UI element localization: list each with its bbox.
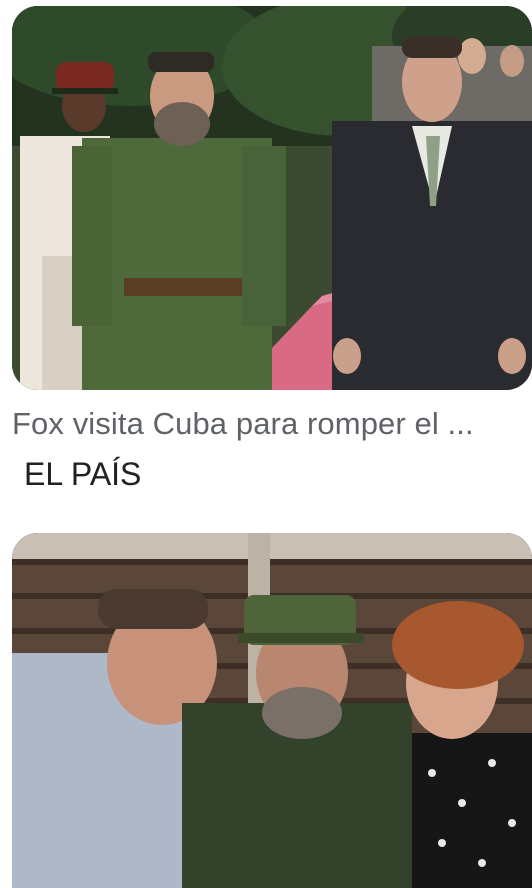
image-result-card[interactable] [12,6,532,390]
result-source: EL PAÍS [24,456,142,492]
result-thumbnail[interactable] [12,533,532,888]
result-photo [12,6,532,390]
result-thumbnail[interactable] [12,6,532,390]
result-title[interactable]: Fox visita Cuba para romper el ... [12,402,512,446]
image-result-card[interactable] [12,533,532,888]
result-photo [12,533,532,888]
